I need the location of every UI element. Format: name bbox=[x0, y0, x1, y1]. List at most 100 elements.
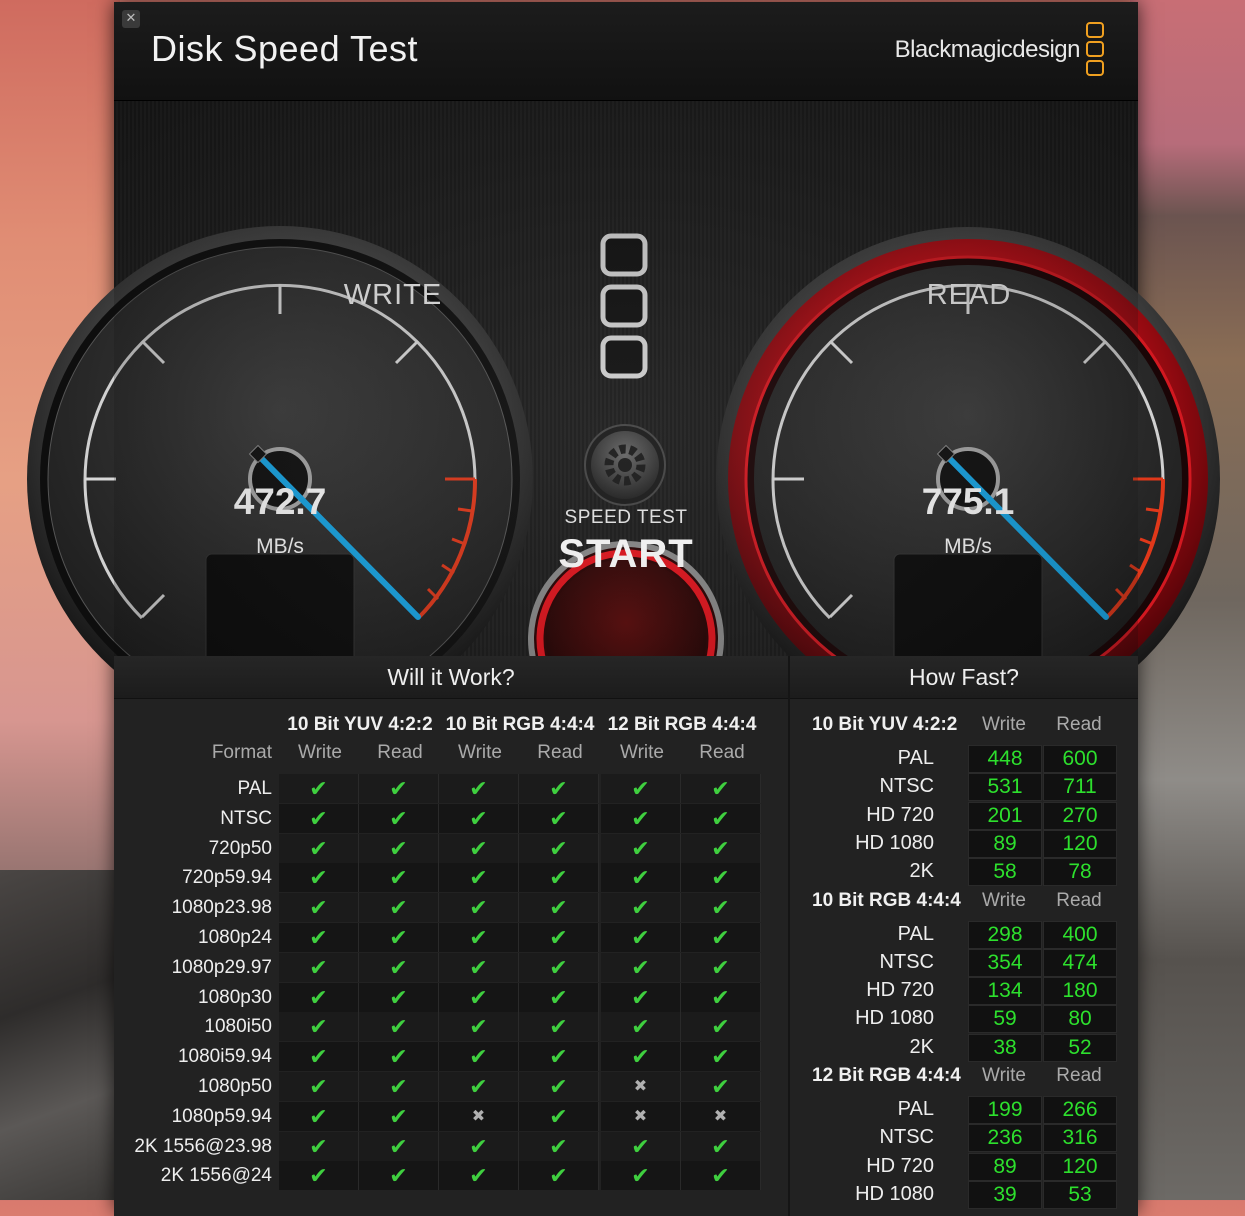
cross-icon: ✖ bbox=[601, 1071, 681, 1101]
read-speed-cell: 474 bbox=[1043, 948, 1117, 977]
check-icon: ✔ bbox=[439, 1161, 519, 1191]
read-speed-cell: 180 bbox=[1043, 977, 1117, 1006]
check-icon: ✔ bbox=[279, 1012, 359, 1042]
check-icon: ✔ bbox=[519, 982, 599, 1012]
check-icon: ✔ bbox=[439, 982, 519, 1012]
table-row: 2K 1556@24 ✔ ✔ ✔ ✔ ✔ ✔ bbox=[124, 1161, 764, 1191]
format-label: 2K 1556@23.98 bbox=[134, 1135, 272, 1157]
write-speed-cell: 236 bbox=[968, 1124, 1042, 1153]
check-icon: ✔ bbox=[601, 1042, 681, 1072]
check-icon: ✔ bbox=[359, 1012, 439, 1042]
check-icon: ✔ bbox=[601, 922, 681, 952]
how-fast-row: HD 1080 59 80 bbox=[790, 1004, 1120, 1034]
check-icon: ✔ bbox=[681, 833, 761, 863]
how-fast-row: HD 720 89 120 bbox=[790, 1152, 1120, 1181]
check-icon: ✔ bbox=[601, 893, 681, 923]
check-icon: ✔ bbox=[359, 803, 439, 833]
write-speed-cell: 531 bbox=[968, 773, 1042, 802]
check-icon: ✔ bbox=[519, 893, 599, 923]
start-button[interactable]: START bbox=[526, 532, 726, 577]
format-label: 2K bbox=[909, 1035, 934, 1058]
table-row: 1080p30 ✔ ✔ ✔ ✔ ✔ ✔ bbox=[124, 982, 764, 1013]
check-icon: ✔ bbox=[519, 1012, 599, 1042]
table-row: PAL ✔ ✔ ✔ ✔ ✔ ✔ bbox=[124, 774, 764, 804]
read-speed-cell: 316 bbox=[1043, 1124, 1117, 1153]
write-speed-cell: 59 bbox=[968, 1005, 1042, 1034]
check-icon: ✔ bbox=[359, 982, 439, 1012]
check-icon: ✔ bbox=[681, 1012, 761, 1042]
how-fast-row: PAL 448 600 bbox=[790, 744, 1120, 773]
format-label: 720p59.94 bbox=[182, 867, 272, 889]
check-icon: ✔ bbox=[359, 833, 439, 863]
title-bar: ✕ Disk Speed Test Blackmagicdesign bbox=[114, 2, 1138, 101]
group-header-yuv422: 10 Bit YUV 4:2:2 bbox=[287, 714, 433, 735]
check-icon: ✔ bbox=[359, 1071, 439, 1101]
check-icon: ✔ bbox=[519, 833, 599, 863]
subheader-4: Write bbox=[620, 742, 664, 763]
read-column-label: Read bbox=[1056, 889, 1102, 911]
check-icon: ✔ bbox=[439, 952, 519, 982]
brand-name: Blackmagicdesign bbox=[894, 36, 1081, 63]
format-label: 1080p24 bbox=[198, 926, 272, 948]
check-icon: ✔ bbox=[601, 774, 681, 803]
write-speed-cell: 134 bbox=[968, 977, 1042, 1006]
will-it-work-header: Will it Work? bbox=[114, 656, 788, 699]
check-icon: ✔ bbox=[439, 1131, 519, 1161]
format-label: NTSC bbox=[879, 775, 934, 798]
format-label: 720p50 bbox=[208, 837, 272, 859]
blackmagic-logo-icon bbox=[1086, 22, 1104, 82]
how-fast-group-title: 12 Bit RGB 4:4:4 bbox=[812, 1065, 961, 1086]
check-icon: ✔ bbox=[681, 774, 761, 803]
how-fast-row: 2K 38 52 bbox=[790, 1033, 1120, 1062]
format-label: 1080p50 bbox=[198, 1075, 272, 1097]
write-speed-cell: 89 bbox=[968, 1152, 1042, 1181]
check-icon: ✔ bbox=[359, 893, 439, 923]
how-fast-row: HD 1080 89 120 bbox=[790, 829, 1120, 858]
will-it-work-table: PAL ✔ ✔ ✔ ✔ ✔ ✔ NTSC ✔ ✔ ✔ ✔ ✔ ✔ 720p50 ✔ ✔ ✔ ✔ ✔ ✔ 720p59.94… bbox=[124, 774, 764, 1191]
check-icon: ✔ bbox=[519, 922, 599, 952]
read-speed-value: 775.1 bbox=[921, 481, 1015, 522]
format-label: NTSC bbox=[220, 807, 272, 829]
settings-gear-icon[interactable] bbox=[584, 424, 666, 506]
how-fast-row: HD 720 201 270 bbox=[790, 801, 1120, 830]
format-label: HD 720 bbox=[866, 979, 934, 1002]
write-needle bbox=[255, 452, 421, 620]
check-icon: ✔ bbox=[439, 893, 519, 923]
write-speed-cell: 201 bbox=[968, 801, 1042, 830]
check-icon: ✔ bbox=[681, 922, 761, 952]
read-needle bbox=[943, 452, 1109, 620]
format-label: 2K 1556@24 bbox=[160, 1165, 272, 1187]
format-label: HD 720 bbox=[866, 1154, 934, 1177]
how-fast-row: PAL 298 400 bbox=[790, 920, 1120, 949]
read-speed-cell: 270 bbox=[1043, 801, 1117, 830]
write-column-label: Write bbox=[982, 714, 1026, 735]
check-icon: ✔ bbox=[279, 774, 359, 803]
check-icon: ✔ bbox=[279, 1071, 359, 1101]
start-button-sublabel: SPEED TEST bbox=[564, 507, 688, 528]
write-column-label: Write bbox=[982, 889, 1026, 911]
write-speed-cell: 58 bbox=[968, 858, 1042, 887]
write-speed-cell: 199 bbox=[968, 1096, 1042, 1124]
check-icon: ✔ bbox=[601, 863, 681, 893]
write-gauge-label: WRITE bbox=[343, 279, 443, 311]
format-label: HD 1080 bbox=[855, 1182, 934, 1205]
how-fast-row: PAL 199 266 bbox=[790, 1095, 1120, 1124]
check-icon: ✔ bbox=[279, 1161, 359, 1191]
table-row: NTSC ✔ ✔ ✔ ✔ ✔ ✔ bbox=[124, 803, 764, 834]
check-icon: ✔ bbox=[681, 1071, 761, 1101]
check-icon: ✔ bbox=[279, 833, 359, 863]
format-label: 1080p29.97 bbox=[171, 956, 272, 978]
read-speed-cell: 53 bbox=[1043, 1180, 1117, 1209]
read-gauge-label: READ bbox=[926, 279, 1012, 311]
check-icon: ✔ bbox=[601, 1131, 681, 1161]
check-icon: ✔ bbox=[359, 863, 439, 893]
read-speed-unit: MB/s bbox=[944, 535, 992, 558]
read-speed-cell: 711 bbox=[1043, 773, 1117, 802]
format-label: 1080i59.94 bbox=[177, 1046, 272, 1068]
how-fast-row: HD 1080 39 53 bbox=[790, 1180, 1120, 1209]
write-speed-value: 472.7 bbox=[233, 481, 327, 522]
check-icon: ✔ bbox=[519, 1161, 599, 1191]
table-row: 1080p24 ✔ ✔ ✔ ✔ ✔ ✔ bbox=[124, 922, 764, 953]
check-icon: ✔ bbox=[681, 803, 761, 833]
close-button[interactable]: ✕ bbox=[122, 10, 140, 28]
